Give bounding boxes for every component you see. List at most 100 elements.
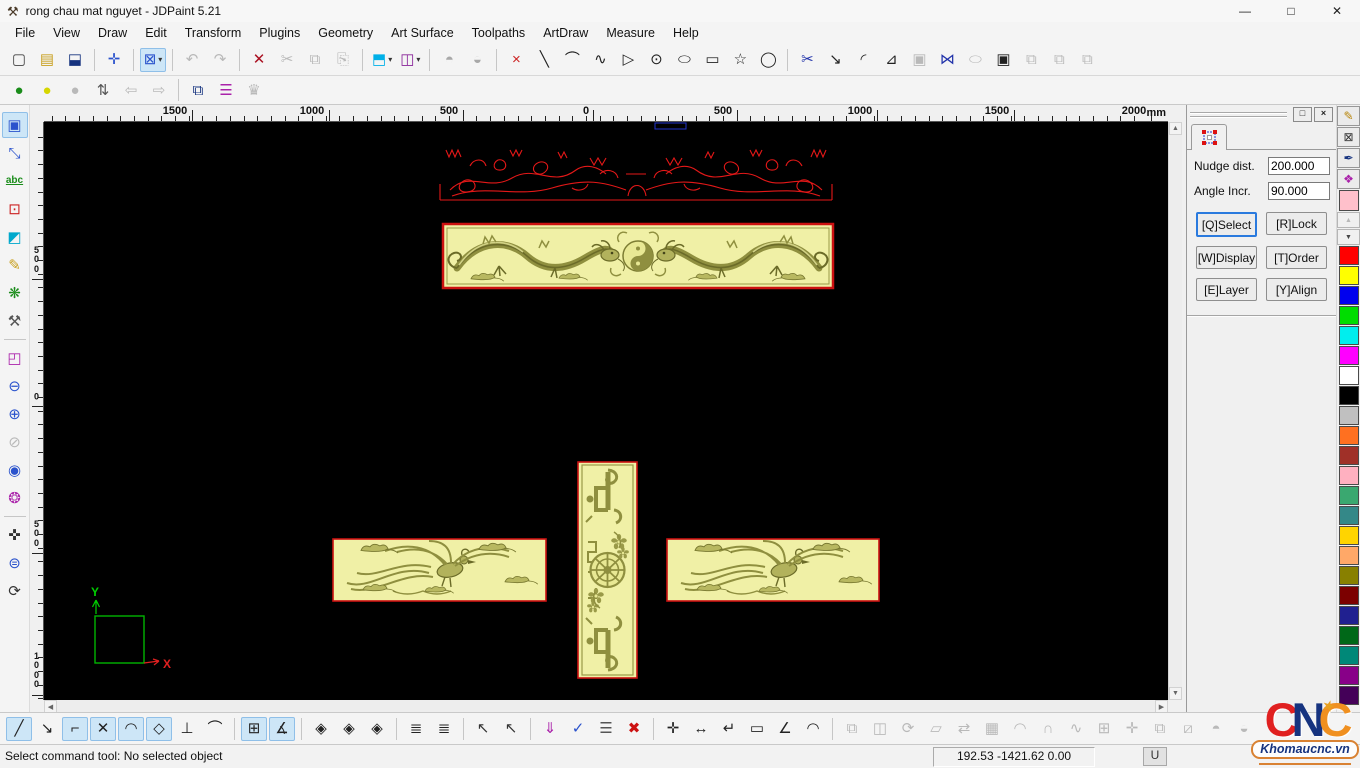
palette-settings-icon[interactable]: ❖ <box>1337 169 1360 189</box>
color-swatch-18[interactable] <box>1339 606 1359 625</box>
array-skew-icon[interactable]: ▱ <box>923 717 949 741</box>
draw-rectangle-icon[interactable]: ▭ <box>699 48 725 72</box>
refresh-view-icon[interactable]: ⟳ <box>2 578 28 604</box>
phoenix-panel-right[interactable] <box>667 539 879 601</box>
menu-plugins[interactable]: Plugins <box>250 24 309 42</box>
draw-line-icon[interactable]: ╲ <box>531 48 557 72</box>
show-all-icon[interactable]: ● <box>6 78 32 102</box>
measure-rect-icon[interactable]: ▭ <box>744 717 770 741</box>
dragon-relief-panel[interactable] <box>443 224 833 288</box>
relief-shield-icon[interactable]: ◒ <box>464 48 490 72</box>
panel-grip[interactable]: □ × <box>1190 107 1333 122</box>
nudge-distance-input[interactable] <box>1268 157 1330 175</box>
qselect-button[interactable]: [Q]Select <box>1196 212 1257 237</box>
node-edit-icon[interactable]: ⤡ <box>2 140 28 166</box>
angle-increment-input[interactable] <box>1268 182 1330 200</box>
drawing-canvas[interactable]: Y X <box>44 122 1168 700</box>
maximize-button[interactable]: □ <box>1268 0 1314 22</box>
color-swatch-15[interactable] <box>1339 546 1359 565</box>
node-snap-3-icon[interactable]: ◈ <box>364 717 390 741</box>
phoenix-panel-left[interactable] <box>333 539 546 601</box>
save-file-icon[interactable]: ⬓ <box>62 48 88 72</box>
draw-point-icon[interactable]: × <box>503 48 529 72</box>
menu-art-surface[interactable]: Art Surface <box>382 24 463 42</box>
snap-quadrant-icon[interactable]: ◇ <box>146 717 172 741</box>
color-swatch-5[interactable] <box>1339 346 1359 365</box>
snap-grid-icon[interactable]: ⊞ <box>241 717 267 741</box>
measure-point-icon[interactable]: ✛ <box>660 717 686 741</box>
layer-manager-icon[interactable]: ☰ <box>213 78 239 102</box>
align-stack-icon[interactable]: ≣ <box>403 717 429 741</box>
capsule-icon[interactable]: ⬭ <box>962 48 988 72</box>
chamfer-icon[interactable]: ⊿ <box>878 48 904 72</box>
view-3d-dropdown-icon[interactable]: ▾ <box>388 55 392 64</box>
elayer-button[interactable]: [E]Layer <box>1196 278 1257 301</box>
select-tool-icon[interactable]: ⊠▾ <box>140 48 166 72</box>
snap-endpoint-icon[interactable]: ╱ <box>6 717 32 741</box>
offset-rings-icon[interactable]: ▣ <box>990 48 1016 72</box>
no-color-icon[interactable]: ⊠ <box>1337 127 1360 147</box>
color-swatch-3[interactable] <box>1339 306 1359 325</box>
measure-distance-icon[interactable]: ↔ <box>688 717 714 741</box>
close-button[interactable]: ✕ <box>1314 0 1360 22</box>
copy-paste-2-icon[interactable]: ⧉ <box>1046 48 1072 72</box>
fit-curve-icon[interactable]: ∿ <box>1063 717 1089 741</box>
art-tool-icon[interactable]: ♛ <box>241 78 267 102</box>
open-file-icon[interactable]: ▤ <box>34 48 60 72</box>
snap-corner-icon[interactable]: ⌐ <box>62 717 88 741</box>
snap-nearest-icon[interactable]: ↘ <box>34 717 60 741</box>
color-swatch-17[interactable] <box>1339 586 1359 605</box>
fit-arc-icon[interactable]: ◠ <box>1007 717 1033 741</box>
text-tool-icon[interactable]: abc <box>2 168 28 194</box>
align-stack-move-icon[interactable]: ≣ <box>431 717 457 741</box>
menu-transform[interactable]: Transform <box>176 24 251 42</box>
contour-tool-icon[interactable]: ⊡ <box>2 196 28 222</box>
menu-draw[interactable]: Draw <box>89 24 136 42</box>
nudge-apply-icon[interactable]: ⇓ <box>537 717 563 741</box>
panel-maximize-button[interactable]: □ <box>1293 107 1312 122</box>
snap-crosshair-icon[interactable]: ✛ <box>101 48 127 72</box>
snap-angle-icon[interactable]: ∡ <box>269 717 295 741</box>
relief-dome-icon[interactable]: ◓ <box>436 48 462 72</box>
array-grid-icon[interactable]: ▦ <box>979 717 1005 741</box>
color-swatch-10[interactable] <box>1339 446 1359 465</box>
array-copy-icon[interactable]: ⧉ <box>839 717 865 741</box>
pick-visibility-icon[interactable]: ● <box>62 78 88 102</box>
offset-icon[interactable]: ▣ <box>906 48 932 72</box>
pan-view-icon[interactable]: ✜ <box>2 522 28 548</box>
paste-icon[interactable]: ⎘ <box>330 48 356 72</box>
torder-button[interactable]: [T]Order <box>1266 246 1327 269</box>
pick-node-icon[interactable]: ↖ <box>470 717 496 741</box>
undo-icon[interactable]: ↶ <box>179 48 205 72</box>
apply-list-icon[interactable]: ☰ <box>593 717 619 741</box>
snap-tangent-icon[interactable]: ⌒ <box>202 717 228 741</box>
pen-edit-icon[interactable]: ✎ <box>1337 106 1360 126</box>
color-swatch-7[interactable] <box>1339 386 1359 405</box>
color-swatch-8[interactable] <box>1339 406 1359 425</box>
ungroup-icon[interactable]: ⧄ <box>1175 717 1201 741</box>
color-swatch-16[interactable] <box>1339 566 1359 585</box>
menu-file[interactable]: File <box>6 24 44 42</box>
zoom-prev-icon[interactable]: ⊘ <box>2 429 28 455</box>
nc-drill-icon[interactable]: ⚒ <box>2 308 28 334</box>
vertical-border-panel[interactable] <box>578 462 637 678</box>
color-swatch-1[interactable] <box>1339 266 1359 285</box>
snap-intersection-icon[interactable]: ✕ <box>90 717 116 741</box>
color-swatch-2[interactable] <box>1339 286 1359 305</box>
show-selected-icon[interactable]: ● <box>34 78 60 102</box>
copy-icon[interactable]: ⧉ <box>302 48 328 72</box>
zoom-window-icon[interactable]: ◰ <box>2 345 28 371</box>
group-icon[interactable]: ⧉ <box>1147 717 1173 741</box>
color-swatch-0[interactable] <box>1339 246 1359 265</box>
cancel-command-icon[interactable]: ✖ <box>621 717 647 741</box>
fill-tool-icon[interactable]: ◩ <box>2 224 28 250</box>
current-color-swatch[interactable] <box>1339 190 1359 211</box>
array-flip-icon[interactable]: ⇄ <box>951 717 977 741</box>
red-outline-pattern[interactable] <box>440 150 832 200</box>
redo-icon[interactable]: ↷ <box>207 48 233 72</box>
select-tool-dropdown-icon[interactable]: ▾ <box>158 55 162 64</box>
draw-circle-center-icon[interactable]: ⊙ <box>643 48 669 72</box>
panel-close-button[interactable]: × <box>1314 107 1333 122</box>
draw-star-icon[interactable]: ☆ <box>727 48 753 72</box>
expand-fit-icon[interactable]: ⊞ <box>1091 717 1117 741</box>
